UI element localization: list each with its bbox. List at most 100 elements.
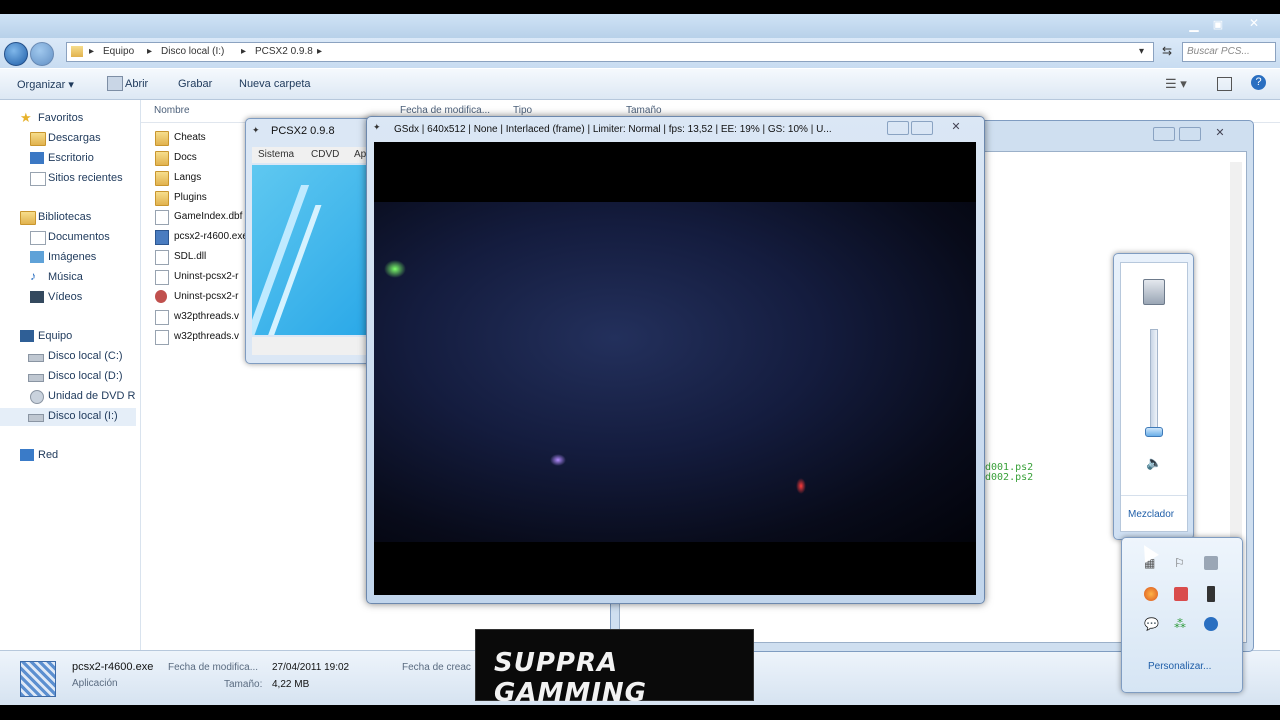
gsdx-maximize-button[interactable] <box>911 121 933 135</box>
organize-button[interactable]: Organizar ▾ <box>17 78 74 91</box>
menu-ap[interactable]: Ap <box>354 149 366 160</box>
folder-icon <box>155 131 169 146</box>
refresh-icon[interactable]: ⇆ <box>1158 44 1176 62</box>
details-filename: pcsx2-r4600.exe <box>72 661 154 673</box>
bluetooth-icon[interactable] <box>1204 617 1218 631</box>
file-icon <box>155 210 169 225</box>
new-folder-button[interactable]: Nueva carpeta <box>239 78 311 90</box>
pictures-icon <box>30 251 44 263</box>
speaker-device-icon[interactable] <box>1143 279 1165 305</box>
column-type[interactable]: Tipo <box>513 105 532 116</box>
network-share-icon[interactable]: ⁂ <box>1174 617 1188 631</box>
watermark-banner: SUPPRA GAMMING <box>475 629 754 708</box>
console-line: d002.ps2 <box>985 472 1034 483</box>
recent-places-icon <box>30 172 46 186</box>
green-light <box>384 260 406 278</box>
minimize-button[interactable]: ▁ <box>1184 18 1204 32</box>
chat-icon[interactable]: 💬 <box>1144 617 1159 631</box>
search-input[interactable]: Buscar PCS... <box>1182 42 1276 62</box>
burn-button[interactable]: Grabar <box>178 78 212 90</box>
pcsx2-window: ✦ PCSX2 0.9.8 Sistema CDVD Ap <box>245 118 377 364</box>
drive-icon <box>28 374 44 382</box>
nav-label: Música <box>48 271 83 283</box>
antivirus-icon[interactable] <box>1144 587 1158 601</box>
music-icon: ♪ <box>30 269 36 283</box>
nav-label: Equipo <box>38 330 73 342</box>
nav-label: Documentos <box>48 231 110 243</box>
uninstall-icon <box>155 290 167 303</box>
breadcrumb-drive[interactable]: Disco local (I:) <box>161 46 224 57</box>
volume-popup: 🔈 Mezclador <box>1113 253 1194 540</box>
gsdx-title: GSdx | 640x512 | None | Interlaced (fram… <box>394 124 832 135</box>
console-minimize-button[interactable] <box>1153 127 1175 141</box>
speaker-icon[interactable]: 🔈 <box>1146 455 1162 471</box>
flag-icon[interactable]: ⚐ <box>1174 556 1188 570</box>
pcsx2-status <box>252 337 370 355</box>
nav-drive-i[interactable]: Disco local (I:) <box>0 408 136 426</box>
file-name: w32pthreads.v <box>174 311 240 322</box>
mixer-link[interactable]: Mezclador <box>1128 509 1174 520</box>
help-icon[interactable]: ? <box>1251 75 1266 90</box>
volume-slider-thumb[interactable] <box>1145 426 1163 437</box>
gsdx-minimize-button[interactable] <box>887 121 909 135</box>
chevron-down-icon[interactable]: ▾ <box>1139 46 1144 57</box>
console-close-button[interactable]: ✕ <box>1205 126 1235 139</box>
file-name: Langs <box>174 172 202 183</box>
app-tray-icon[interactable] <box>1174 587 1188 601</box>
forward-button[interactable] <box>30 42 54 66</box>
game-viewport[interactable] <box>374 142 976 595</box>
watermark-text: SUPPRA GAMMING <box>494 648 647 708</box>
menu-cdvd[interactable]: CDVD <box>311 149 339 160</box>
gsdx-app-icon: ✦ <box>373 122 381 132</box>
device-icon[interactable] <box>1204 556 1218 570</box>
exe-icon <box>155 230 169 245</box>
volume-panel: 🔈 Mezclador <box>1120 262 1188 532</box>
view-options-icon[interactable]: ☰ ▾ <box>1165 76 1187 92</box>
file-name: Docs <box>174 152 197 163</box>
gsdx-close-button[interactable]: ✕ <box>941 120 971 134</box>
dll-icon <box>155 250 169 265</box>
folder-icon <box>155 171 169 186</box>
battery-icon[interactable] <box>1207 586 1215 602</box>
pcsx2-app-icon: ✦ <box>252 125 260 135</box>
nav-label: Vídeos <box>48 291 83 303</box>
details-type: Aplicación <box>72 678 118 689</box>
gsdx-window: ✦ GSdx | 640x512 | None | Interlaced (fr… <box>366 116 985 604</box>
red-light <box>796 478 806 494</box>
breadcrumb-sep: ▸ <box>89 46 95 57</box>
details-size-label: Tamaño: <box>224 679 263 690</box>
nav-label: Sitios recientes <box>48 172 123 184</box>
nav-label: Bibliotecas <box>38 211 92 223</box>
breadcrumb-sep: ▸ <box>241 46 247 57</box>
volume-slider-track[interactable] <box>1150 329 1158 437</box>
column-modified[interactable]: Fecha de modifica... <box>400 105 490 116</box>
column-size[interactable]: Tamaño <box>626 105 662 116</box>
libraries-icon <box>20 211 36 225</box>
preview-pane-icon[interactable] <box>1217 77 1232 91</box>
app-icon <box>107 76 123 91</box>
column-name[interactable]: Nombre <box>154 105 190 116</box>
address-bar[interactable]: ▸ Equipo ▸ Disco local (I:) ▸ PCSX2 0.9.… <box>66 42 1154 62</box>
menu-sistema[interactable]: Sistema <box>258 149 294 160</box>
folder-icon <box>155 191 169 206</box>
console-maximize-button[interactable] <box>1179 127 1201 141</box>
close-button[interactable]: ✕ <box>1236 16 1272 32</box>
nav-label: Escritorio <box>48 152 94 164</box>
nav-label: Disco local (C:) <box>48 350 123 362</box>
nav-label: Favoritos <box>38 112 84 124</box>
maximize-button[interactable]: ▣ <box>1208 18 1228 32</box>
breadcrumb-equipo[interactable]: Equipo <box>103 46 134 57</box>
nav-label: Disco local (I:) <box>48 410 118 422</box>
address-row: ▸ Equipo ▸ Disco local (I:) ▸ PCSX2 0.9.… <box>0 38 1280 68</box>
computer-icon <box>20 330 34 342</box>
explorer-titlebar: ▁ ▣ ✕ <box>0 14 1280 40</box>
nav-label: Disco local (D:) <box>48 370 123 382</box>
customize-link[interactable]: Personalizar... <box>1148 661 1211 672</box>
back-button[interactable] <box>4 42 28 66</box>
breadcrumb-folder[interactable]: PCSX2 0.9.8 <box>255 46 313 57</box>
nav-label: Unidad de DVD R <box>48 390 136 402</box>
star-icon: ★ <box>20 110 32 125</box>
open-button[interactable]: Abrir <box>125 78 148 90</box>
documents-icon <box>30 231 46 245</box>
folder-icon <box>71 46 83 57</box>
